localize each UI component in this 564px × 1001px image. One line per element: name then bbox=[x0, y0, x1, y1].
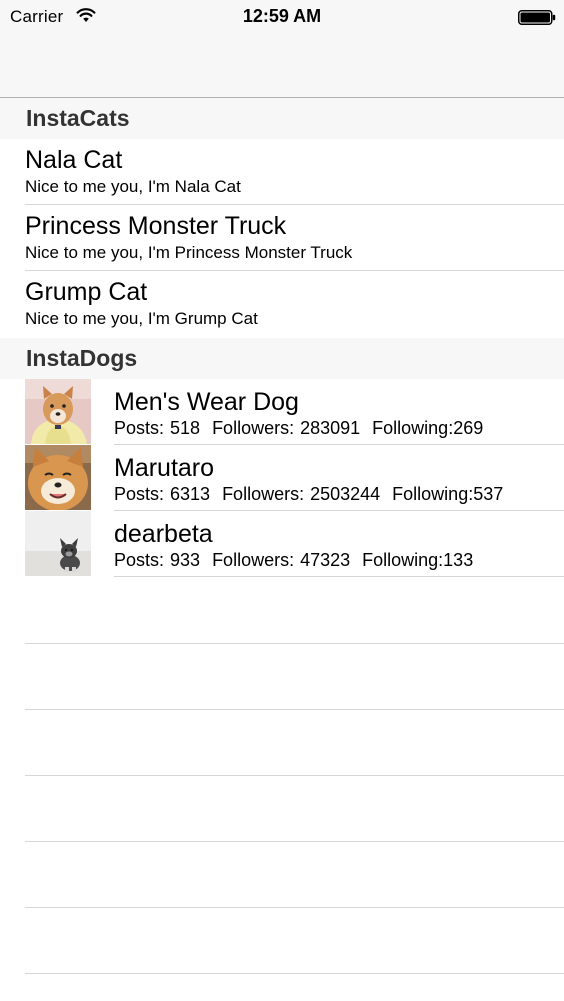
dog-avatar bbox=[25, 511, 91, 576]
following-count: Following:537 bbox=[392, 484, 504, 504]
section-title: InstaCats bbox=[26, 105, 130, 131]
navigation-bar: Carrier 12:59 AM bbox=[0, 0, 564, 98]
posts-count: Posts: 6313 bbox=[114, 484, 211, 504]
empty-row-separator bbox=[25, 775, 564, 776]
battery-icon bbox=[518, 10, 556, 25]
cat-name: Grump Cat bbox=[25, 278, 148, 306]
row-separator bbox=[114, 576, 564, 577]
dog-avatar bbox=[25, 379, 91, 444]
empty-row-separator bbox=[25, 907, 564, 908]
dog-row-mens-wear-dog[interactable]: Men's Wear Dog Posts: 518 Followers: 2830… bbox=[0, 379, 564, 445]
section-header-instadogs: InstaDogs bbox=[0, 338, 564, 379]
cat-subtitle: Nice to me you, I'm Nala Cat bbox=[25, 177, 241, 196]
cat-row-nala-cat[interactable]: Nala Cat Nice to me you, I'm Nala Cat bbox=[0, 139, 564, 205]
dog-name: Men's Wear Dog bbox=[114, 388, 299, 416]
posts-count: Posts: 518 bbox=[114, 418, 201, 438]
empty-row-separator bbox=[25, 973, 564, 974]
cat-row-grump-cat[interactable]: Grump Cat Nice to me you, I'm Grump Cat bbox=[0, 271, 564, 337]
dog-stats: Posts: 933 Followers: 47323 Following:133 bbox=[114, 550, 485, 571]
cat-subtitle: Nice to me you, I'm Grump Cat bbox=[25, 309, 258, 328]
section-header-instacats: InstaCats bbox=[0, 98, 564, 139]
dog-row-dearbeta[interactable]: dearbeta Posts: 933 Followers: 47323 Follo… bbox=[0, 511, 564, 577]
section-title: InstaDogs bbox=[26, 345, 138, 371]
dog-avatar bbox=[25, 445, 91, 510]
cat-row-princess-monster-truck[interactable]: Princess Monster Truck Nice to me you, I… bbox=[0, 205, 564, 271]
following-count: Following:133 bbox=[362, 550, 474, 570]
posts-count: Posts: 933 bbox=[114, 550, 201, 570]
empty-row-separator bbox=[25, 643, 564, 644]
dog-name: Marutaro bbox=[114, 454, 215, 482]
followers-count: Followers: 283091 bbox=[212, 418, 361, 438]
followers-count: Followers: 47323 bbox=[212, 550, 351, 570]
dog-stats: Posts: 518 Followers: 283091 Following:269 bbox=[114, 418, 495, 439]
empty-row-separator bbox=[25, 841, 564, 842]
cat-name: Nala Cat bbox=[25, 146, 123, 174]
status-time: 12:59 AM bbox=[242, 6, 322, 26]
dog-name: dearbeta bbox=[114, 520, 213, 548]
empty-row-separator bbox=[25, 709, 564, 710]
following-count: Following:269 bbox=[372, 418, 484, 438]
followers-count: Followers: 2503244 bbox=[222, 484, 381, 504]
cat-name: Princess Monster Truck bbox=[25, 212, 287, 240]
dog-stats: Posts: 6313 Followers: 2503244 Following:5… bbox=[114, 484, 515, 505]
dog-row-marutaro[interactable]: Marutaro Posts: 6313 Followers: 2503244 Fo… bbox=[0, 445, 564, 511]
screen: Carrier 12:59 AM InstaCats Nala Cat Nice… bbox=[0, 0, 564, 1001]
cat-subtitle: Nice to me you, I'm Princess Monster Tru… bbox=[25, 243, 353, 262]
